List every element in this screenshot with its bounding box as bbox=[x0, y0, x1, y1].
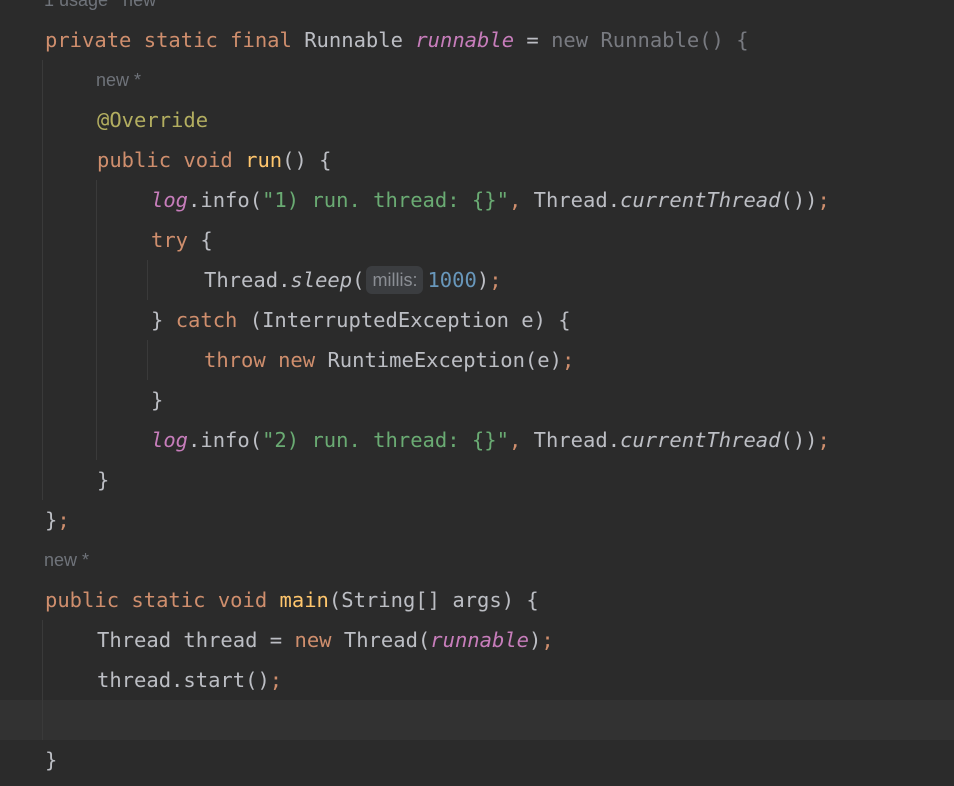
method-call: .info( bbox=[188, 188, 263, 212]
keyword: void bbox=[183, 148, 233, 172]
punctuation: ( bbox=[352, 268, 365, 292]
code-line[interactable]: } bbox=[97, 460, 109, 500]
code-line[interactable]: log.info("2) run. thread: {}", Thread.cu… bbox=[151, 420, 830, 460]
punctuation: } bbox=[151, 308, 176, 332]
type-name: Thread bbox=[533, 188, 608, 212]
parameter-name-hint[interactable]: millis: bbox=[366, 266, 424, 294]
keyword: public bbox=[97, 148, 172, 172]
method-name: run bbox=[245, 148, 283, 172]
punctuation: . bbox=[607, 428, 621, 452]
usages-hint[interactable]: 1 usage new * bbox=[44, 0, 168, 20]
punctuation: ; bbox=[817, 188, 830, 212]
punctuation: , bbox=[508, 428, 534, 452]
annotation: @Override bbox=[97, 108, 209, 132]
punctuation: ; bbox=[57, 508, 70, 532]
current-line-highlight bbox=[0, 700, 954, 740]
punctuation: ; bbox=[817, 428, 830, 452]
punctuation: . bbox=[607, 188, 621, 212]
author-hint[interactable]: new * bbox=[96, 60, 141, 100]
code-line[interactable]: try { bbox=[151, 220, 213, 260]
method-call: .info( bbox=[188, 428, 263, 452]
string-literal: "1) run. thread: {}" bbox=[262, 188, 509, 212]
method-call: currentThread bbox=[620, 188, 781, 212]
indent-guide bbox=[96, 180, 97, 460]
punctuation: ()) bbox=[780, 428, 818, 452]
code-line[interactable]: thread.start(); bbox=[97, 660, 282, 700]
keyword: throw bbox=[204, 348, 266, 372]
code-line[interactable]: } bbox=[151, 380, 163, 420]
code-line[interactable]: } bbox=[45, 740, 57, 780]
keyword: new bbox=[551, 28, 589, 52]
indent-guide bbox=[147, 340, 148, 380]
punctuation: } bbox=[151, 388, 164, 412]
punctuation: ; bbox=[269, 668, 283, 692]
keyword: public bbox=[45, 588, 120, 612]
code-line[interactable]: throw new RuntimeException(e); bbox=[204, 340, 574, 380]
code-line[interactable]: } catch (InterruptedException e) { bbox=[151, 300, 571, 340]
punctuation: { bbox=[188, 228, 213, 252]
catch-clause: (InterruptedException e) { bbox=[237, 308, 571, 332]
code-editor[interactable]: 1 usage new * private static final Runna… bbox=[0, 0, 954, 786]
method-call: currentThread bbox=[620, 428, 781, 452]
field-name: log bbox=[151, 428, 189, 452]
code-line[interactable]: Thread thread = new Thread(runnable); bbox=[97, 620, 554, 660]
keyword: static bbox=[143, 28, 218, 52]
indent-guide bbox=[42, 620, 43, 740]
operator: = bbox=[257, 628, 295, 652]
keyword: new bbox=[278, 348, 316, 372]
keyword: static bbox=[131, 588, 206, 612]
punctuation: , bbox=[508, 188, 534, 212]
punctuation: ; bbox=[561, 348, 575, 372]
type-name: Thread bbox=[533, 428, 608, 452]
punctuation: () { bbox=[282, 148, 332, 172]
number-literal: 1000 bbox=[427, 268, 477, 292]
keyword: void bbox=[217, 588, 268, 612]
punctuation: } bbox=[97, 468, 110, 492]
punctuation: ; bbox=[489, 268, 502, 292]
type-name: Runnable bbox=[304, 28, 403, 52]
code-line[interactable]: @Override bbox=[97, 100, 208, 140]
punctuation: ()) bbox=[780, 188, 818, 212]
code-line[interactable]: }; bbox=[45, 500, 70, 540]
keyword: private bbox=[45, 28, 132, 52]
punctuation: ; bbox=[541, 628, 554, 652]
method-name: main bbox=[279, 588, 329, 612]
parameter-list: (String[] args) { bbox=[328, 588, 539, 612]
punctuation: } bbox=[45, 508, 58, 532]
punctuation: ) bbox=[529, 628, 542, 652]
field-name: runnable bbox=[430, 628, 530, 652]
punctuation: . bbox=[278, 268, 291, 292]
method-call: thread.start() bbox=[97, 668, 270, 692]
punctuation: } bbox=[45, 748, 58, 772]
author-hint[interactable]: new * bbox=[44, 540, 89, 580]
variable-name: thread bbox=[183, 628, 258, 652]
code-line[interactable]: Thread.sleep(millis: 1000); bbox=[204, 260, 502, 300]
code-line[interactable]: public void run() { bbox=[97, 140, 332, 180]
keyword: final bbox=[230, 28, 292, 52]
field-name: log bbox=[151, 188, 189, 212]
indent-guide bbox=[147, 260, 148, 300]
constructor-call: Runnable() { bbox=[600, 28, 749, 52]
type-name: Thread bbox=[204, 268, 279, 292]
constructor-call: RuntimeException(e) bbox=[327, 348, 562, 372]
code-line[interactable]: log.info("1) run. thread: {}", Thread.cu… bbox=[151, 180, 830, 220]
string-literal: "2) run. thread: {}" bbox=[262, 428, 509, 452]
code-line[interactable]: public static void main(String[] args) { bbox=[45, 580, 539, 620]
keyword: catch bbox=[175, 308, 238, 332]
constructor-call: Thread( bbox=[343, 628, 431, 652]
indent-guide bbox=[42, 60, 43, 500]
type-name: Thread bbox=[97, 628, 172, 652]
keyword: try bbox=[151, 228, 189, 252]
punctuation: ) bbox=[476, 268, 490, 292]
operator: = bbox=[514, 28, 552, 52]
method-call: sleep bbox=[290, 268, 353, 292]
keyword: new bbox=[294, 628, 332, 652]
code-line[interactable]: private static final Runnable runnable =… bbox=[45, 20, 749, 60]
field-name: runnable bbox=[415, 28, 515, 52]
